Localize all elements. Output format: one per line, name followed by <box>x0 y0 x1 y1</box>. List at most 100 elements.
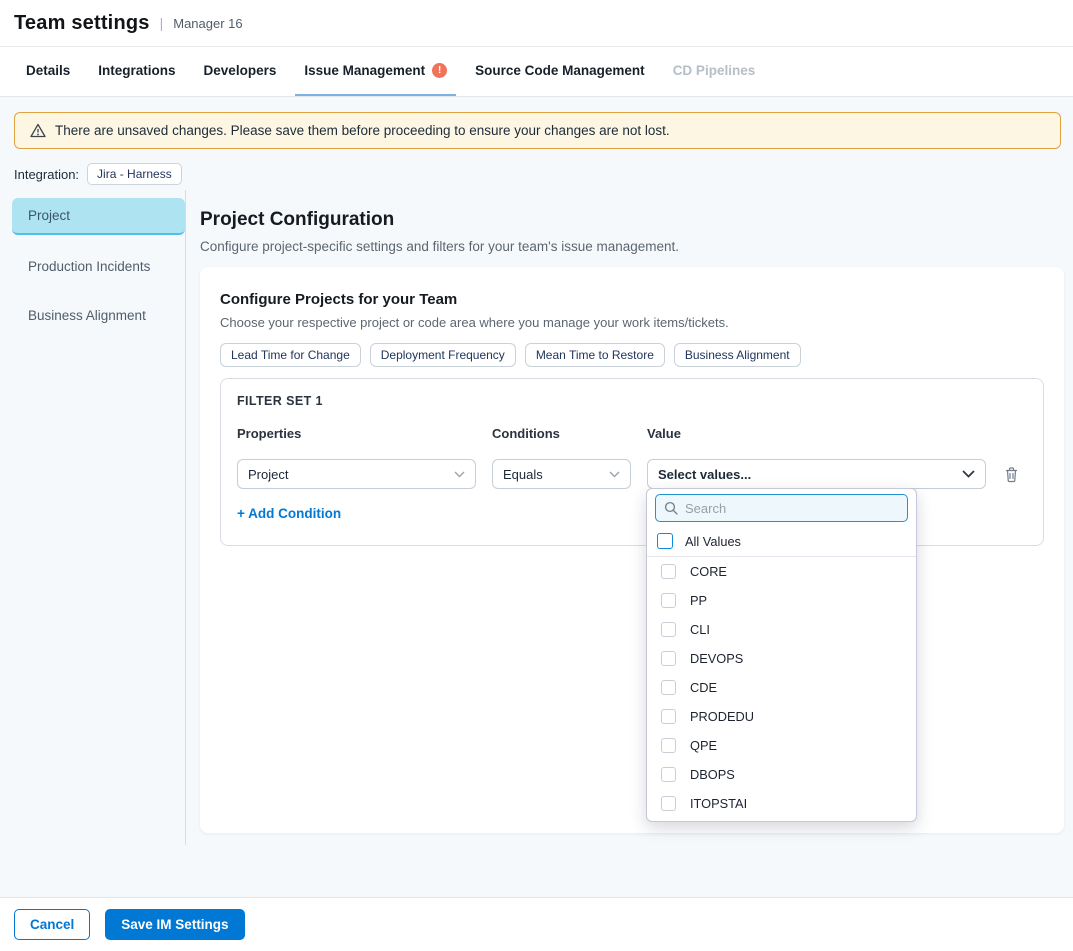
tab[interactable]: Details <box>17 47 79 96</box>
option-label: CORE <box>690 564 727 579</box>
metric-chip[interactable]: Lead Time for Change <box>220 343 361 367</box>
unsaved-changes-badge: ! <box>432 63 447 78</box>
value-multiselect-placeholder: Select values... <box>658 467 751 482</box>
metric-chips-row: Lead Time for Change Deployment Frequenc… <box>220 343 1044 367</box>
condition-select[interactable]: Equals <box>492 459 631 489</box>
tab-label: CD Pipelines <box>673 63 756 78</box>
sidebar-item-label: Business Alignment <box>28 308 146 323</box>
tab-label: Details <box>26 63 70 78</box>
integration-label: Integration: <box>14 167 79 182</box>
metric-chip[interactable]: Business Alignment <box>674 343 801 367</box>
sidebar-item[interactable]: Production Incidents <box>12 249 185 284</box>
sidebar-item-label: Production Incidents <box>28 259 150 274</box>
option-label: QPE <box>690 738 717 753</box>
metric-chip[interactable]: Mean Time to Restore <box>525 343 665 367</box>
card-title: Configure Projects for your Team <box>220 291 1044 308</box>
option-label: ITOPSTAI <box>690 796 747 811</box>
filter-set-box: FILTER SET 1 Properties Conditions Value… <box>220 378 1044 546</box>
dropdown-option[interactable]: ITOPSTAI <box>647 789 916 818</box>
page-header: Team settings | Manager 16 <box>0 0 1073 47</box>
team-name-label: Manager 16 <box>173 16 242 31</box>
select-all-row[interactable]: All Values <box>647 527 916 556</box>
search-icon <box>664 501 678 515</box>
filter-row: Project Equals Select values... <box>237 459 1027 489</box>
option-label: CLI <box>690 622 710 637</box>
option-checkbox[interactable] <box>661 651 676 666</box>
value-column-label: Value <box>647 426 986 441</box>
select-all-checkbox[interactable] <box>657 533 673 549</box>
option-label: DBOPS <box>690 767 735 782</box>
value-dropdown-popover: All Values CORE PP CLI <box>646 488 917 822</box>
sidebar-item[interactable]: Business Alignment <box>12 298 185 333</box>
settings-sidebar: Project Production Incidents Business Al… <box>12 198 185 347</box>
tab-label: Issue Management <box>304 63 425 78</box>
option-label: DEVOPS <box>690 651 743 666</box>
section-subtitle: Configure project-specific settings and … <box>200 239 679 254</box>
dropdown-option[interactable]: PIPE <box>647 818 916 822</box>
conditions-column-label: Conditions <box>492 426 647 441</box>
dropdown-option-list: CORE PP CLI DEVOPS <box>647 557 916 822</box>
sidebar-item[interactable]: Project <box>12 198 185 235</box>
option-checkbox[interactable] <box>661 767 676 782</box>
option-checkbox[interactable] <box>661 564 676 579</box>
page-title: Team settings <box>14 12 150 35</box>
title-divider: | <box>160 15 164 31</box>
option-checkbox[interactable] <box>661 622 676 637</box>
chevron-down-icon <box>609 471 620 478</box>
chevron-down-icon <box>454 471 465 478</box>
tab[interactable]: CD Pipelines <box>664 47 765 96</box>
action-footer: Cancel Save IM Settings <box>0 897 1073 951</box>
option-label: PP <box>690 593 707 608</box>
properties-column-label: Properties <box>237 426 492 441</box>
section-title: Project Configuration <box>200 209 394 231</box>
card-subtitle: Choose your respective project or code a… <box>220 315 1044 330</box>
chevron-down-icon <box>962 470 975 478</box>
option-label: PRODEDU <box>690 709 754 724</box>
property-select-value: Project <box>248 467 288 482</box>
project-configuration-card: Configure Projects for your Team Choose … <box>200 267 1064 833</box>
option-checkbox[interactable] <box>661 680 676 695</box>
option-label: CDE <box>690 680 717 695</box>
dropdown-option[interactable]: QPE <box>647 731 916 760</box>
team-settings-page: Team settings | Manager 16 Details Integ… <box>0 0 1073 951</box>
search-input[interactable] <box>685 501 899 516</box>
dropdown-option[interactable]: DBOPS <box>647 760 916 789</box>
condition-select-value: Equals <box>503 467 543 482</box>
value-multiselect[interactable]: Select values... <box>647 459 986 489</box>
tab[interactable]: Integrations <box>89 47 184 96</box>
alert-text: There are unsaved changes. Please save t… <box>55 123 670 138</box>
delete-filter-button[interactable] <box>1004 466 1019 483</box>
tab[interactable]: Source Code Management <box>466 47 654 96</box>
option-checkbox[interactable] <box>661 709 676 724</box>
tab[interactable]: Issue Management ! <box>295 47 456 96</box>
dropdown-option[interactable]: PP <box>647 586 916 615</box>
add-condition-button[interactable]: + Add Condition <box>237 506 341 521</box>
save-im-settings-button[interactable]: Save IM Settings <box>105 909 244 940</box>
dropdown-option[interactable]: PRODEDU <box>647 702 916 731</box>
cancel-button[interactable]: Cancel <box>14 909 90 940</box>
integration-row: Integration: Jira - Harness <box>14 163 182 185</box>
option-checkbox[interactable] <box>661 738 676 753</box>
sidebar-item-label: Project <box>28 208 70 223</box>
integration-chip[interactable]: Jira - Harness <box>87 163 182 185</box>
unsaved-changes-alert: There are unsaved changes. Please save t… <box>14 112 1061 149</box>
tab-label: Source Code Management <box>475 63 645 78</box>
filter-set-title: FILTER SET 1 <box>237 394 1027 408</box>
tab-label: Developers <box>204 63 277 78</box>
dropdown-option[interactable]: DEVOPS <box>647 644 916 673</box>
tab[interactable]: Developers <box>195 47 286 96</box>
tab-bar: Details Integrations Developers Issue Ma… <box>0 47 1073 97</box>
dropdown-option[interactable]: CLI <box>647 615 916 644</box>
dropdown-option[interactable]: CORE <box>647 557 916 586</box>
warning-triangle-icon <box>30 123 46 138</box>
tab-label: Integrations <box>98 63 175 78</box>
metric-chip[interactable]: Deployment Frequency <box>370 343 516 367</box>
property-select[interactable]: Project <box>237 459 476 489</box>
select-all-label: All Values <box>685 534 741 549</box>
dropdown-option[interactable]: CDE <box>647 673 916 702</box>
dropdown-search[interactable] <box>655 494 908 522</box>
option-checkbox[interactable] <box>661 593 676 608</box>
sidebar-divider <box>185 190 186 845</box>
option-checkbox[interactable] <box>661 796 676 811</box>
filter-column-labels: Properties Conditions Value <box>237 426 1027 441</box>
